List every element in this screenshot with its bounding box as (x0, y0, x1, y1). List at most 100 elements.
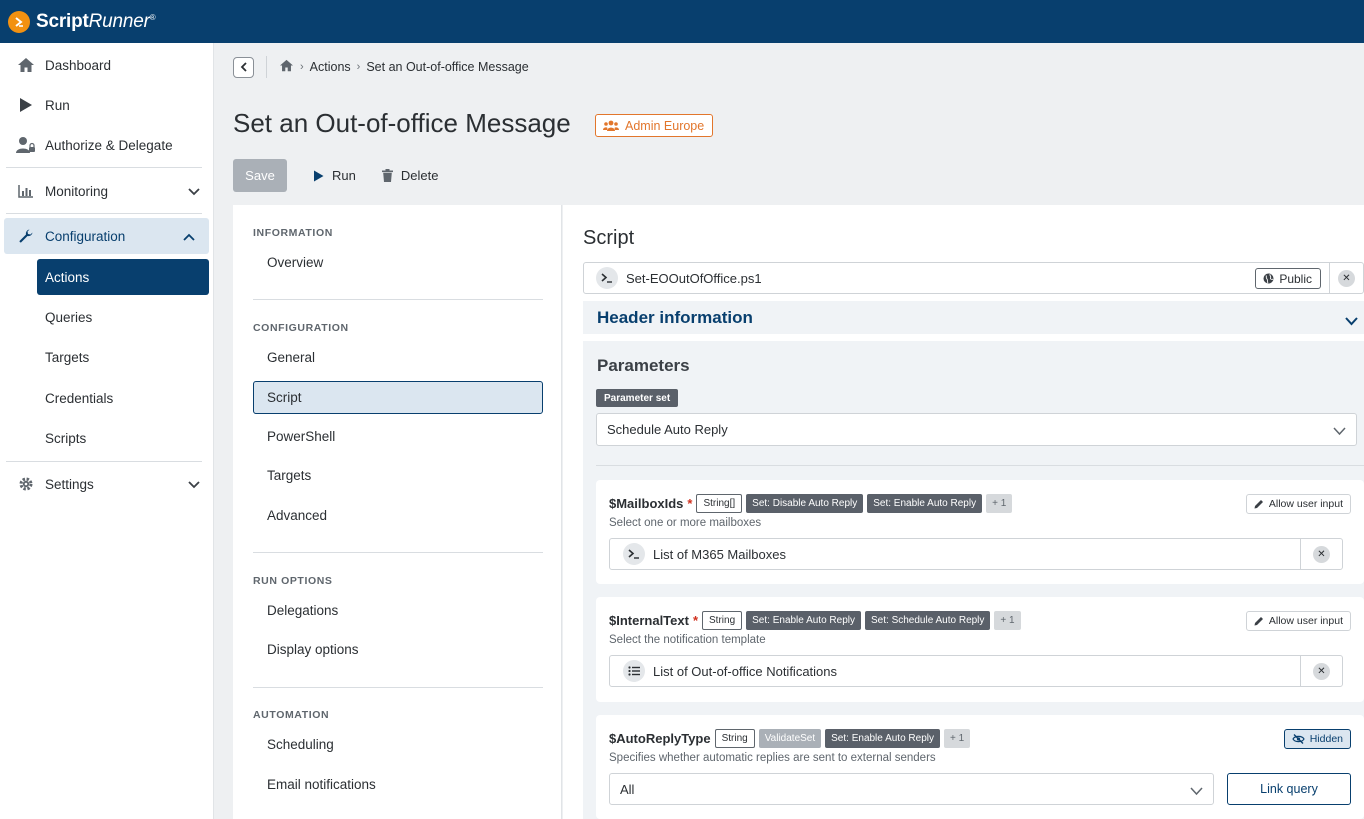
parameters-divider (596, 465, 1364, 466)
gear-icon (16, 474, 36, 494)
sidebar-item-run[interactable]: Run (0, 87, 214, 123)
breadcrumb-chevron-icon: › (356, 61, 361, 73)
required-marker: * (692, 613, 699, 628)
globe-icon (1263, 273, 1274, 284)
parameter-set-select[interactable]: Schedule Auto Reply (596, 413, 1357, 446)
clear-query-button[interactable]: ✕ (1300, 539, 1342, 569)
list-icon (623, 660, 645, 682)
logo-text[interactable]: ScriptRunner® (36, 11, 156, 33)
nav-divider (253, 552, 543, 553)
visibility-badge: Public (1255, 268, 1321, 289)
chevron-down-icon (1345, 311, 1358, 331)
sidebar-item-dashboard[interactable]: Dashboard (0, 47, 214, 83)
sidebar-divider (6, 213, 202, 214)
chevron-left-icon (240, 62, 247, 72)
section-run-options: RUN OPTIONS (253, 575, 333, 587)
toolbar: Save Run Delete (233, 159, 438, 192)
set-tag: Set: Disable Auto Reply (746, 494, 864, 513)
nav-scheduling[interactable]: Scheduling (253, 728, 543, 761)
allow-user-input-button[interactable]: Allow user input (1245, 611, 1351, 631)
pencil-icon (1254, 499, 1264, 509)
nav-email-notifications[interactable]: Email notifications (253, 768, 543, 801)
parameters-heading: Parameters (597, 356, 690, 375)
sidebar: Dashboard Run Authorize & Delegate Monit… (0, 43, 214, 819)
set-tag: Set: Enable Auto Reply (867, 494, 983, 513)
sidebar-sub-actions[interactable]: Actions (37, 259, 209, 295)
type-tag: String (714, 729, 755, 748)
sidebar-item-authorize-delegate[interactable]: Authorize & Delegate (0, 127, 214, 163)
sidebar-sub-targets[interactable]: Targets (37, 339, 209, 375)
parameter-query-field[interactable]: List of Out-of-office Notifications ✕ (609, 655, 1343, 687)
sidebar-sub-queries[interactable]: Queries (37, 299, 209, 335)
nav-targets[interactable]: Targets (253, 459, 543, 492)
more-sets-tag[interactable]: + 1 (944, 729, 971, 748)
parameter-name: $MailboxIds (609, 496, 684, 511)
back-button[interactable] (233, 56, 254, 78)
scriptrunner-logo-icon (8, 10, 30, 33)
autoreplytype-select[interactable]: All (609, 773, 1214, 805)
close-icon: ✕ (1313, 662, 1330, 680)
sidebar-divider (6, 461, 202, 462)
eye-slash-icon (1292, 734, 1305, 744)
save-button[interactable]: Save (233, 159, 287, 192)
sidebar-item-configuration[interactable]: Configuration (4, 218, 209, 254)
hidden-toggle-button[interactable]: Hidden (1283, 729, 1351, 749)
sidebar-sub-credentials[interactable]: Credentials (37, 380, 209, 416)
close-icon: ✕ (1313, 545, 1330, 563)
delete-button[interactable]: Delete (381, 168, 438, 183)
pencil-icon (1254, 616, 1264, 626)
parameter-hint: Select the notification template (609, 634, 766, 646)
sidebar-sub-scripts[interactable]: Scripts (37, 420, 209, 456)
parameter-card-autoreplytype: $AutoReplyType String ValidateSet Set: E… (596, 715, 1364, 819)
wrench-icon (16, 226, 36, 246)
chevron-up-icon (183, 229, 195, 244)
nav-display-options[interactable]: Display options (253, 633, 543, 666)
remove-script-button[interactable]: ✕ (1329, 263, 1363, 293)
chart-icon (16, 181, 36, 201)
nav-script[interactable]: Script (253, 381, 543, 414)
nav-general[interactable]: General (253, 341, 543, 374)
chevron-down-icon (1333, 424, 1346, 439)
nav-powershell[interactable]: PowerShell (253, 420, 543, 453)
more-sets-tag[interactable]: + 1 (986, 494, 1013, 513)
nav-advanced[interactable]: Advanced (253, 499, 543, 532)
play-icon (313, 170, 324, 182)
breadcrumb-separator (266, 56, 267, 78)
nav-divider (253, 299, 543, 300)
script-file-name: Set-EOOutOfOffice.ps1 (626, 270, 762, 286)
set-tag: Set: Schedule Auto Reply (865, 611, 991, 630)
user-lock-icon (16, 135, 36, 155)
type-tag: String[] (696, 494, 743, 513)
parameter-query-field[interactable]: List of M365 Mailboxes ✕ (609, 538, 1343, 570)
header-information-toggle[interactable]: Header information (583, 301, 1364, 334)
parameters-section: Parameters Parameter set Schedule Auto R… (583, 341, 1364, 819)
nav-overview[interactable]: Overview (253, 246, 543, 279)
allow-user-input-button[interactable]: Allow user input (1245, 494, 1351, 514)
sidebar-item-settings[interactable]: Settings (0, 466, 214, 502)
action-settings-nav: INFORMATION Overview CONFIGURATION Gener… (233, 205, 562, 819)
parameter-card-mailboxids: $MailboxIds * String[] Set: Disable Auto… (596, 480, 1364, 584)
chevron-down-icon (188, 184, 200, 199)
breadcrumb-chevron-icon: › (300, 61, 304, 73)
sidebar-item-monitoring[interactable]: Monitoring (0, 173, 214, 209)
clear-query-button[interactable]: ✕ (1300, 656, 1342, 686)
breadcrumb-actions[interactable]: Actions (310, 60, 351, 74)
more-sets-tag[interactable]: + 1 (994, 611, 1021, 630)
breadcrumb-home-icon[interactable] (279, 59, 294, 75)
run-button[interactable]: Run (313, 168, 356, 183)
set-tag: Set: Enable Auto Reply (825, 729, 940, 748)
play-icon (16, 95, 36, 115)
sidebar-divider (6, 167, 202, 168)
owner-badge: Admin Europe (595, 114, 714, 137)
terminal-icon (623, 543, 645, 565)
link-query-button[interactable]: Link query (1227, 773, 1351, 805)
chevron-down-icon (188, 477, 200, 492)
required-marker: * (687, 496, 693, 511)
script-selector[interactable]: Set-EOOutOfOffice.ps1 Public ✕ (583, 262, 1364, 294)
parameter-name: $AutoReplyType (609, 731, 711, 746)
nav-delegations[interactable]: Delegations (253, 594, 543, 627)
script-heading: Script (583, 227, 635, 249)
home-icon (16, 55, 36, 75)
breadcrumb-current: Set an Out-of-office Message (366, 60, 529, 74)
terminal-icon (596, 267, 618, 289)
